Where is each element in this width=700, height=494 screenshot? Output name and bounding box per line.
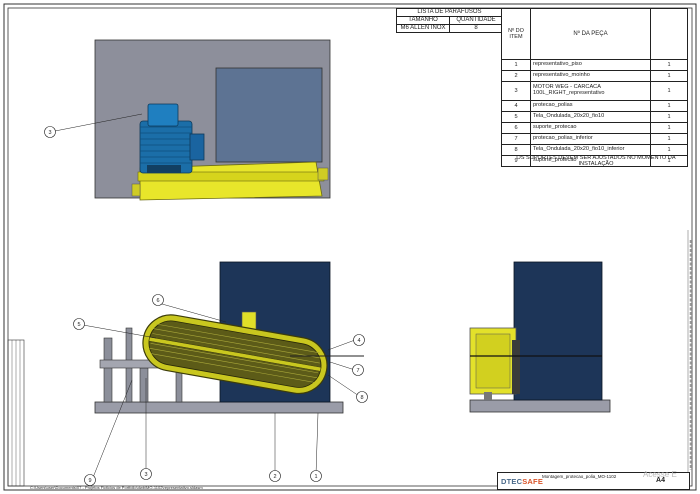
svg-text:3: 3: [48, 130, 51, 136]
svg-text:1: 1: [314, 474, 317, 480]
bom-row: 1 representativo_piso 1: [502, 60, 687, 71]
bom-row: 3 MOTOR WEG - CARCACA 100L_RIGHT_represen…: [502, 82, 687, 101]
balloon: 4: [353, 334, 365, 346]
installation-note: OS SUPORTES DEVEM SER AJUSTADOS NO MOMEN…: [516, 155, 676, 167]
screw-list-row: M6 ALLEN INOX 8: [397, 25, 502, 32]
floor-plate: [94, 401, 344, 414]
drawing-title: Montagem_protecao_polia_MO-1102: [542, 474, 617, 479]
bom-col-qty: [651, 9, 687, 59]
screw-list-col-qty: QUANTIDADE: [456, 17, 496, 23]
side-floor: [469, 399, 611, 413]
screw-list-title: LISTA DE PARAFUSOS: [397, 9, 502, 17]
activation-watermark: Acesse E: [643, 470, 677, 479]
bom-row: 5 Tela_Ondulada_20x20_fio10 1: [502, 112, 687, 123]
screw-list-table: LISTA DE PARAFUSOS TAMANHO QUANTIDADE M6…: [396, 8, 503, 33]
svg-text:7: 7: [356, 368, 359, 374]
bom-col-item: Nº DO ITEM: [502, 9, 531, 59]
support-left: [103, 337, 113, 403]
svg-text:6: 6: [156, 298, 159, 304]
bom-row: 6 suporte_protecao 1: [502, 123, 687, 134]
file-path: C:\Users\user\Documents\07 - Projetos Fi…: [30, 485, 203, 490]
svg-text:8: 8: [360, 395, 363, 401]
side-hopper: [513, 261, 603, 401]
company-logo: DTECSAFE: [501, 477, 544, 486]
bom-row: 4 protecao_polias 1: [502, 101, 687, 112]
balloon: 2: [269, 470, 281, 482]
bom-row: 7 protecao_polias_inferior 1: [502, 134, 687, 145]
bom-row: 2 representativo_moinho 1: [502, 71, 687, 82]
motor-terminal-box: [147, 103, 179, 127]
balloon: 1: [310, 470, 322, 482]
svg-text:2: 2: [273, 474, 276, 480]
svg-text:9: 9: [88, 478, 91, 484]
svg-text:3: 3: [144, 472, 147, 478]
balloon: 5: [73, 318, 85, 330]
svg-text:4: 4: [357, 338, 360, 344]
screw-list-col-size: TAMANHO: [397, 17, 450, 24]
balloon: 9: [84, 474, 96, 486]
balloon: 7: [352, 364, 364, 376]
balloon: 6: [152, 294, 164, 306]
top-view: [54, 39, 331, 201]
bom-col-part: Nº DA PEÇA: [531, 9, 651, 59]
balloon: 8: [356, 391, 368, 403]
balloon: 3: [140, 468, 152, 480]
balloon: 3: [44, 126, 56, 138]
hopper-top: [215, 67, 323, 163]
bom-table: Nº DO ITEM Nº DA PEÇA 1 representativo_pi…: [501, 8, 688, 167]
svg-text:5: 5: [77, 322, 80, 328]
